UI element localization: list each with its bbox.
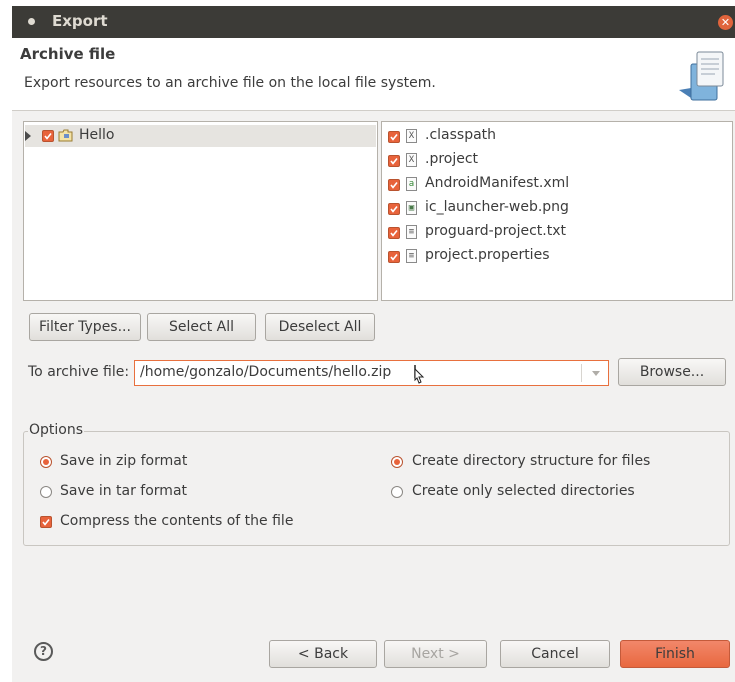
page-description: Export resources to an archive file on t…	[24, 75, 436, 91]
text-cursor-icon	[414, 365, 425, 384]
create-structure-label[interactable]: Create directory structure for files	[412, 453, 650, 469]
file-name: AndroidManifest.xml	[425, 175, 570, 191]
create-selected-radio[interactable]	[391, 486, 403, 498]
tree-item-hello[interactable]: Hello	[25, 125, 376, 147]
back-button[interactable]: < Back	[269, 640, 377, 668]
expand-arrow-icon[interactable]	[25, 131, 31, 141]
zip-format-radio[interactable]	[40, 456, 52, 468]
file-name: .classpath	[425, 127, 497, 143]
list-item[interactable]: X .project	[388, 150, 648, 172]
file-name: proguard-project.txt	[425, 223, 566, 239]
list-item[interactable]: a AndroidManifest.xml	[388, 174, 648, 196]
cancel-button[interactable]: Cancel	[500, 640, 610, 668]
page-title: Archive file	[20, 45, 116, 63]
file-name: .project	[425, 151, 479, 167]
create-structure-radio[interactable]	[391, 456, 403, 468]
text-file-icon: ≡	[406, 225, 417, 239]
help-icon[interactable]: ?	[34, 642, 53, 661]
file-checkbox[interactable]	[388, 179, 400, 191]
archive-file-combo[interactable]: /home/gonzalo/Documents/hello.zip	[134, 360, 609, 386]
create-selected-label[interactable]: Create only selected directories	[412, 483, 635, 499]
file-list[interactable]: X .classpath X .project a AndroidManifes…	[381, 121, 733, 301]
compress-label[interactable]: Compress the contents of the file	[60, 513, 293, 529]
archive-file-label: To archive file:	[28, 364, 130, 380]
file-checkbox[interactable]	[388, 251, 400, 263]
title-bar: Export ✕	[12, 6, 735, 38]
tar-format-radio[interactable]	[40, 486, 52, 498]
project-folder-icon	[58, 129, 73, 142]
android-manifest-icon: a	[406, 177, 417, 191]
file-name: ic_launcher-web.png	[425, 199, 569, 215]
checkbox-hello[interactable]	[42, 130, 54, 142]
select-all-button[interactable]: Select All	[147, 313, 256, 341]
list-item[interactable]: ≡ project.properties	[388, 246, 648, 268]
file-checkbox[interactable]	[388, 155, 400, 167]
archive-file-input[interactable]: /home/gonzalo/Documents/hello.zip	[140, 364, 391, 380]
xml-file-icon: X	[406, 129, 417, 143]
list-item[interactable]: X .classpath	[388, 126, 648, 148]
window-title: Export	[52, 12, 108, 30]
combo-separator	[581, 364, 582, 382]
export-dialog: Export ✕ Archive file Export resources t…	[12, 6, 735, 682]
wizard-header: Archive file Export resources to an arch…	[12, 38, 735, 111]
window-menu-icon[interactable]	[28, 18, 35, 25]
finish-button[interactable]: Finish	[620, 640, 730, 668]
next-button[interactable]: Next >	[384, 640, 487, 668]
xml-file-icon: X	[406, 153, 417, 167]
file-checkbox[interactable]	[388, 203, 400, 215]
filter-types-button[interactable]: Filter Types...	[29, 313, 141, 341]
close-icon[interactable]: ✕	[718, 15, 733, 30]
project-tree[interactable]: Hello	[23, 121, 378, 301]
browse-button[interactable]: Browse...	[618, 358, 726, 386]
options-legend: Options	[28, 422, 85, 438]
chevron-down-icon[interactable]	[592, 371, 600, 376]
file-checkbox[interactable]	[388, 227, 400, 239]
list-item[interactable]: ▣ ic_launcher-web.png	[388, 198, 648, 220]
compress-checkbox[interactable]	[40, 516, 52, 528]
text-file-icon: ≡	[406, 249, 417, 263]
file-name: project.properties	[425, 247, 550, 263]
file-checkbox[interactable]	[388, 131, 400, 143]
export-archive-banner-icon	[679, 51, 724, 101]
image-file-icon: ▣	[406, 201, 417, 215]
zip-format-label[interactable]: Save in zip format	[60, 453, 187, 469]
tar-format-label[interactable]: Save in tar format	[60, 483, 187, 499]
deselect-all-button[interactable]: Deselect All	[265, 313, 375, 341]
list-item[interactable]: ≡ proguard-project.txt	[388, 222, 648, 244]
tree-item-label: Hello	[79, 127, 115, 143]
